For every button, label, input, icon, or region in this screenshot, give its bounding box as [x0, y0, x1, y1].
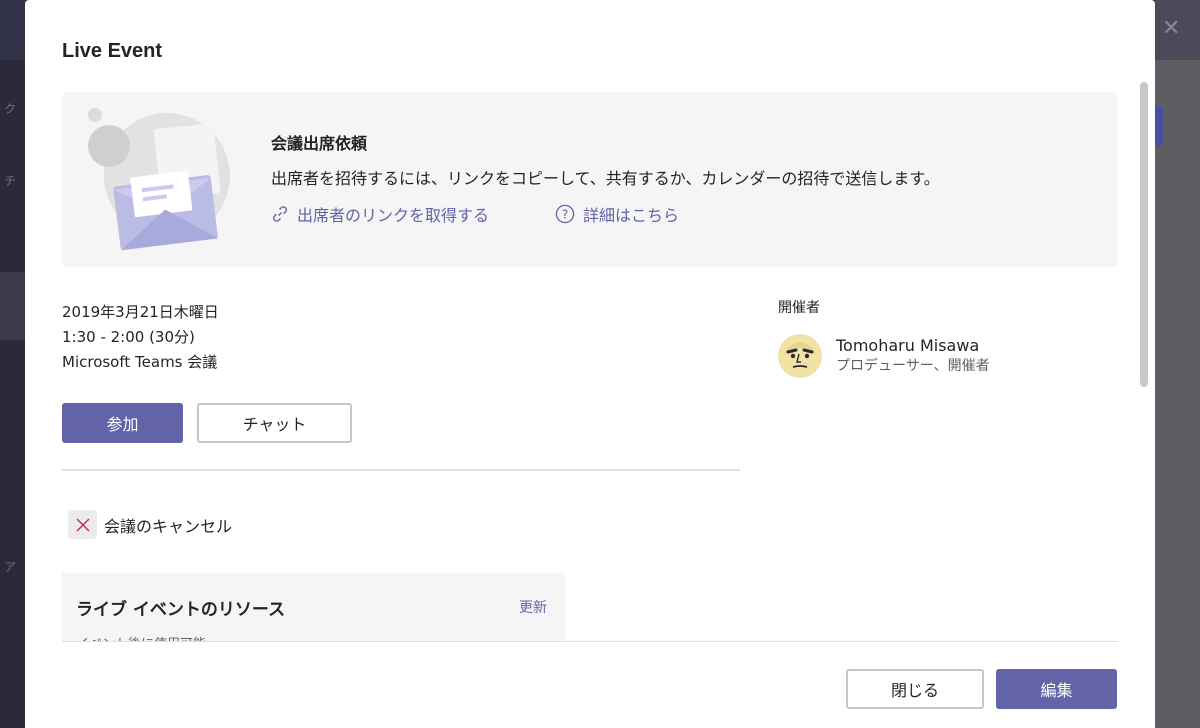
envelope-illustration: [88, 108, 230, 251]
learn-more-link[interactable]: ? 詳細はこちら: [555, 202, 679, 226]
background-left-panel: ク チ ア: [0, 60, 25, 728]
divider: [62, 469, 740, 471]
close-button[interactable]: 閉じる: [846, 669, 984, 709]
invite-title: 会議出席依頼: [271, 134, 368, 153]
resources-card: ライブ イベントのリソース 更新 イベント後に使用可能: [62, 573, 565, 642]
background-selected-item: [0, 272, 25, 340]
cancel-meeting-label: 会議のキャンセル: [104, 516, 233, 536]
meeting-date: 2019年3月21日木曜日: [62, 303, 219, 321]
close-x-icon: [68, 510, 97, 539]
organizer-details: Tomoharu Misawa プロデューサー、開催者: [836, 336, 990, 376]
dialog-title: Live Event: [62, 40, 163, 62]
background-right-panel: [1155, 60, 1200, 728]
help-circle-icon: ?: [555, 204, 575, 224]
background-close-icon: ✕: [1162, 16, 1181, 41]
dialog-scroll-area[interactable]: 会議出席依頼 出席者を招待するには、リンクをコピーして、共有するか、カレンダーの…: [25, 80, 1155, 642]
organizer: Tomoharu Misawa プロデューサー、開催者: [778, 334, 990, 378]
background-glyph: ア: [4, 560, 17, 574]
join-button[interactable]: 参加: [62, 403, 183, 443]
meeting-info: 2019年3月21日木曜日 1:30 - 2:00 (30分) Microsof…: [62, 300, 219, 375]
chat-button[interactable]: チャット: [197, 403, 352, 443]
svg-text:?: ?: [562, 208, 568, 222]
get-attendee-link-label: 出席者のリンクを取得する: [297, 206, 490, 225]
organizer-name: Tomoharu Misawa: [836, 336, 980, 355]
cancel-meeting-button[interactable]: 会議のキャンセル: [68, 510, 232, 539]
edit-button[interactable]: 編集: [996, 669, 1117, 709]
get-attendee-link[interactable]: 出席者のリンクを取得する: [271, 202, 489, 226]
learn-more-label: 詳細はこちら: [583, 206, 680, 225]
avatar[interactable]: [778, 334, 822, 378]
live-event-dialog: Live Event 会議出席依頼 出席者を招待するには、リンクをコピーして、共: [25, 0, 1155, 728]
background-glyph: チ: [4, 174, 17, 188]
link-icon: [273, 206, 287, 222]
resources-title: ライブ イベントのリソース: [76, 600, 286, 620]
invite-card: 会議出席依頼 出席者を招待するには、リンクをコピーして、共有するか、カレンダーの…: [62, 92, 1118, 267]
meeting-time: 1:30 - 2:00 (30分): [62, 328, 195, 346]
scrollbar-thumb[interactable]: [1140, 82, 1148, 387]
footer-divider: [62, 641, 1118, 642]
meeting-type: Microsoft Teams 会議: [62, 353, 218, 371]
background-glyph: ク: [4, 102, 17, 116]
organizer-label: 開催者: [778, 300, 820, 316]
organizer-role: プロデューサー、開催者: [836, 358, 990, 374]
invite-description: 出席者を招待するには、リンクをコピーして、共有するか、カレンダーの招待で送信しま…: [271, 169, 940, 188]
refresh-link[interactable]: 更新: [519, 597, 547, 617]
background-button: [1155, 106, 1163, 146]
